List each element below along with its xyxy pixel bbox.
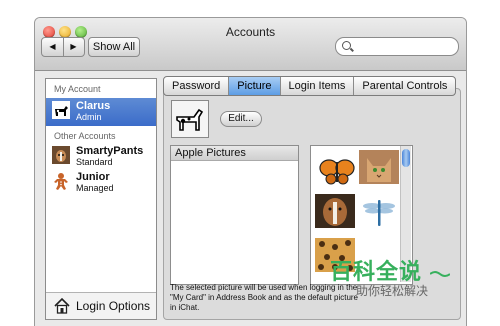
tab-bar: Password Picture Login Items Parental Co… (163, 76, 457, 96)
user-role: Managed (76, 183, 114, 193)
user-name: Clarus (76, 100, 111, 112)
search-field[interactable] (335, 37, 459, 56)
user-role: Admin (76, 112, 102, 122)
dog-cow-icon (52, 101, 70, 119)
user-name: SmartyPants (76, 145, 144, 157)
gingerbread-icon (54, 173, 68, 190)
butterfly-icon[interactable] (317, 154, 357, 188)
picture-note: The selected picture will be used when l… (170, 283, 359, 312)
my-account-heading: My Account (54, 84, 101, 94)
dog-cow-icon (176, 108, 204, 131)
user-clarus[interactable]: Clarus Admin (52, 100, 152, 124)
tab-parental-controls[interactable]: Parental Controls (354, 77, 455, 95)
picture-source-header[interactable]: Apple Pictures (171, 146, 298, 161)
scroll-thumb[interactable] (402, 149, 410, 167)
user-junior[interactable]: Junior Managed (52, 171, 152, 195)
watermark-subtitle: 助你轻松解决 (356, 284, 429, 298)
search-icon (342, 41, 351, 50)
show-all-button[interactable]: Show All (88, 37, 140, 57)
user-smartypants[interactable]: SmartyPants Standard (52, 145, 152, 169)
dragonfly-icon[interactable] (359, 194, 399, 228)
picture-source-list: Apple Pictures (170, 145, 299, 285)
house-icon (54, 298, 70, 314)
forward-button[interactable]: ▶ (63, 38, 84, 56)
dog-icon[interactable] (315, 194, 355, 228)
tab-picture[interactable]: Picture (229, 77, 281, 95)
login-options-item[interactable]: Login Options (46, 292, 156, 319)
back-forward-control: ◀ ▶ (41, 37, 85, 57)
cat-icon[interactable] (359, 150, 399, 184)
back-button[interactable]: ◀ (42, 38, 64, 56)
tab-password[interactable]: Password (164, 77, 230, 95)
user-role: Standard (76, 157, 113, 167)
other-accounts-heading: Other Accounts (54, 131, 116, 141)
watermark-logo-icon (430, 271, 450, 277)
dog-photo-icon (52, 146, 70, 164)
picture-source-title: Apple Pictures (175, 147, 246, 159)
edit-picture-button[interactable]: Edit... (220, 111, 262, 127)
user-name: Junior (76, 171, 110, 183)
login-options-label: Login Options (76, 299, 151, 313)
tab-login-items[interactable]: Login Items (281, 77, 355, 95)
title-bar: Accounts ◀ ▶ Show All (35, 18, 466, 71)
current-picture-well[interactable] (171, 100, 209, 138)
accounts-sidebar: My Account Clarus Admin Other Accounts S… (45, 78, 157, 320)
